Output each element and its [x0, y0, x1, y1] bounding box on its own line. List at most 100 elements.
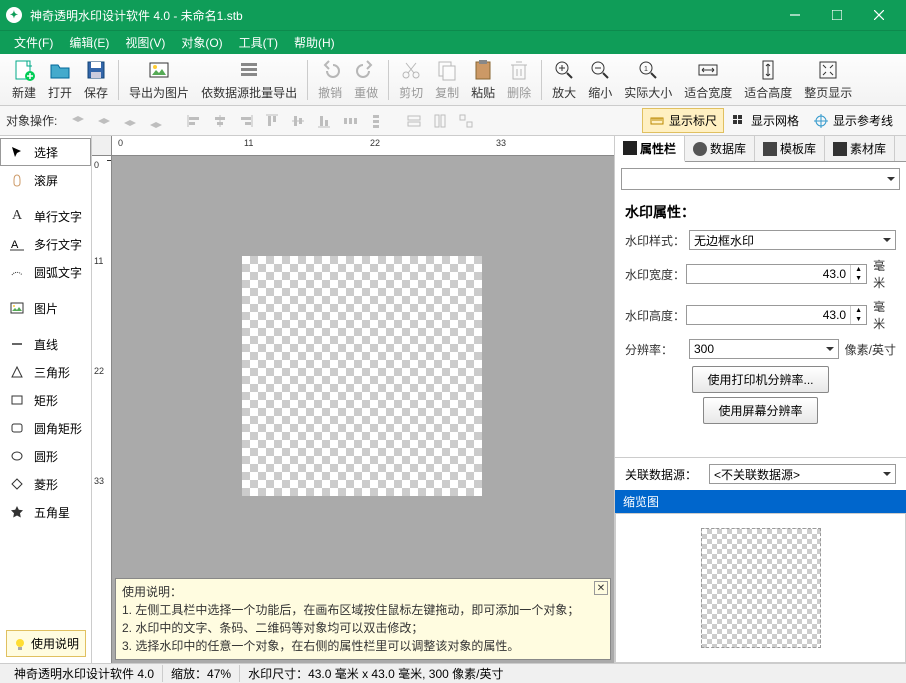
height-input[interactable]: ▲▼	[686, 305, 867, 325]
canvas[interactable]: ✕ 使用说明： 1. 左侧工具栏中选择一个功能后，在画布区域按住鼠标左键拖动，即…	[112, 156, 614, 663]
thumbnail-header: 缩览图	[615, 490, 906, 513]
layer-up-icon[interactable]	[92, 109, 116, 133]
fit-width-button[interactable]: 适合宽度	[678, 56, 738, 104]
tool-text-multi[interactable]: A多行文字	[0, 230, 91, 258]
zoom-in-button[interactable]: 放大	[546, 56, 582, 104]
dpi-select[interactable]: 300	[689, 339, 839, 359]
save-button[interactable]: 保存	[78, 56, 114, 104]
use-printer-dpi-button[interactable]: 使用打印机分辨率...	[692, 366, 828, 393]
tool-roundrect[interactable]: 圆角矩形	[0, 414, 91, 442]
dist-v-icon[interactable]	[364, 109, 388, 133]
assoc-select[interactable]: <不关联数据源>	[709, 464, 896, 484]
undo-button[interactable]: 撤销	[312, 56, 348, 104]
redo-button[interactable]: 重做	[348, 56, 384, 104]
ruler-vertical: 0 11 22 33	[92, 156, 112, 663]
layer-front-icon[interactable]	[66, 109, 90, 133]
app-icon: ✦	[6, 7, 22, 23]
artboard[interactable]	[242, 256, 482, 496]
status-size: 水印尺寸：43.0 毫米 x 43.0 毫米, 300 像素/英寸	[240, 665, 511, 682]
same-size-icon[interactable]	[454, 109, 478, 133]
toggle-grid[interactable]: 显示网格	[724, 108, 806, 133]
hint-close-icon[interactable]: ✕	[594, 581, 608, 595]
tab-properties[interactable]: 属性栏	[615, 136, 685, 162]
paste-button[interactable]: 粘贴	[465, 56, 501, 104]
hint-button[interactable]: 使用说明	[6, 630, 86, 657]
style-select[interactable]: 无边框水印	[689, 230, 896, 250]
tab-database[interactable]: 数据库	[685, 136, 755, 161]
hint-line1: 1. 左侧工具栏中选择一个功能后，在画布区域按住鼠标左键拖动，即可添加一个对象；	[122, 601, 604, 619]
tool-triangle[interactable]: 三角形	[0, 358, 91, 386]
object-ops-label: 对象操作:	[6, 112, 57, 129]
tool-diamond[interactable]: 菱形	[0, 470, 91, 498]
tool-pan[interactable]: 滚屏	[0, 166, 91, 194]
close-button[interactable]	[858, 0, 900, 30]
menu-view[interactable]: 视图(V)	[117, 31, 173, 54]
hint-box: ✕ 使用说明： 1. 左侧工具栏中选择一个功能后，在画布区域按住鼠标左键拖动，即…	[115, 578, 611, 660]
toolbox: 选择 滚屏 A单行文字 A多行文字 圆弧文字 图片 直线 三角形 矩形 圆角矩形…	[0, 136, 92, 663]
align-middle-icon[interactable]	[286, 109, 310, 133]
export-image-button[interactable]: 导出为图片	[123, 56, 195, 104]
tool-text-single[interactable]: A单行文字	[0, 202, 91, 230]
delete-button[interactable]: 删除	[501, 56, 537, 104]
zoom-out-button[interactable]: 缩小	[582, 56, 618, 104]
dist-h-icon[interactable]	[338, 109, 362, 133]
menu-object[interactable]: 对象(O)	[173, 31, 230, 54]
tab-assets[interactable]: 素材库	[825, 136, 895, 161]
assoc-label: 关联数据源：	[625, 466, 709, 483]
right-tabs: 属性栏 数据库 模板库 素材库	[615, 136, 906, 162]
menu-file[interactable]: 文件(F)	[6, 31, 61, 54]
menu-tools[interactable]: 工具(T)	[231, 31, 286, 54]
props-heading: 水印属性：	[625, 202, 896, 222]
window-title: 神奇透明水印设计软件 4.0 - 未命名1.stb	[30, 7, 774, 24]
export-batch-button[interactable]: 依数据源批量导出	[195, 56, 303, 104]
statusbar: 神奇透明水印设计软件 4.0 缩放：47% 水印尺寸：43.0 毫米 x 43.…	[0, 663, 906, 683]
svg-text:1: 1	[644, 66, 648, 73]
minimize-button[interactable]	[774, 0, 816, 30]
align-left-icon[interactable]	[182, 109, 206, 133]
align-top-icon[interactable]	[260, 109, 284, 133]
menu-edit[interactable]: 编辑(E)	[61, 31, 117, 54]
width-input[interactable]: ▲▼	[686, 264, 867, 284]
layer-down-icon[interactable]	[118, 109, 142, 133]
toggle-ruler[interactable]: 显示标尺	[642, 108, 724, 133]
hint-title: 使用说明：	[122, 583, 604, 601]
layer-back-icon[interactable]	[144, 109, 168, 133]
copy-button[interactable]: 复制	[429, 56, 465, 104]
fit-page-button[interactable]: 整页显示	[798, 56, 858, 104]
tab-templates[interactable]: 模板库	[755, 136, 825, 161]
tool-line[interactable]: 直线	[0, 330, 91, 358]
align-bottom-icon[interactable]	[312, 109, 336, 133]
workspace: 选择 滚屏 A单行文字 A多行文字 圆弧文字 图片 直线 三角形 矩形 圆角矩形…	[0, 136, 906, 663]
menu-help[interactable]: 帮助(H)	[286, 31, 343, 54]
tool-image[interactable]: 图片	[0, 294, 91, 322]
maximize-button[interactable]	[816, 0, 858, 30]
fit-height-button[interactable]: 适合高度	[738, 56, 798, 104]
new-button[interactable]: 新建	[6, 56, 42, 104]
object-selector[interactable]	[621, 168, 900, 190]
cut-button[interactable]: 剪切	[393, 56, 429, 104]
open-button[interactable]: 打开	[42, 56, 78, 104]
style-label: 水印样式：	[625, 232, 689, 249]
assoc-row: 关联数据源： <不关联数据源>	[615, 457, 906, 490]
tool-text-arc[interactable]: 圆弧文字	[0, 258, 91, 286]
tool-rect[interactable]: 矩形	[0, 386, 91, 414]
right-panel: 属性栏 数据库 模板库 素材库 水印属性： 水印样式： 无边框水印 水印宽度： …	[614, 136, 906, 663]
tool-select[interactable]: 选择	[0, 138, 91, 166]
thumbnail-body	[615, 513, 906, 663]
object-toolbar: 对象操作: 显示标尺 显示网格 显示参考线	[0, 106, 906, 136]
use-screen-dpi-button[interactable]: 使用屏幕分辨率	[703, 397, 817, 424]
tool-ellipse[interactable]: 圆形	[0, 442, 91, 470]
same-height-icon[interactable]	[428, 109, 452, 133]
align-center-h-icon[interactable]	[208, 109, 232, 133]
tool-star[interactable]: 五角星	[0, 498, 91, 526]
same-width-icon[interactable]	[402, 109, 426, 133]
align-right-icon[interactable]	[234, 109, 258, 133]
dpi-unit: 像素/英寸	[845, 341, 896, 358]
status-zoom: 缩放：47%	[163, 665, 240, 682]
properties-section: 水印属性： 水印样式： 无边框水印 水印宽度： ▲▼ 毫米 水印高度： ▲▼ 毫…	[615, 196, 906, 434]
canvas-zone: 0 11 22 33 0 11 22 33 ✕ 使用说明： 1. 左侧工具栏中选…	[92, 136, 614, 663]
toggle-guides[interactable]: 显示参考线	[806, 108, 900, 133]
status-app: 神奇透明水印设计软件 4.0	[6, 665, 163, 682]
actual-size-button[interactable]: 1实际大小	[618, 56, 678, 104]
dpi-label: 分辨率：	[625, 341, 689, 358]
